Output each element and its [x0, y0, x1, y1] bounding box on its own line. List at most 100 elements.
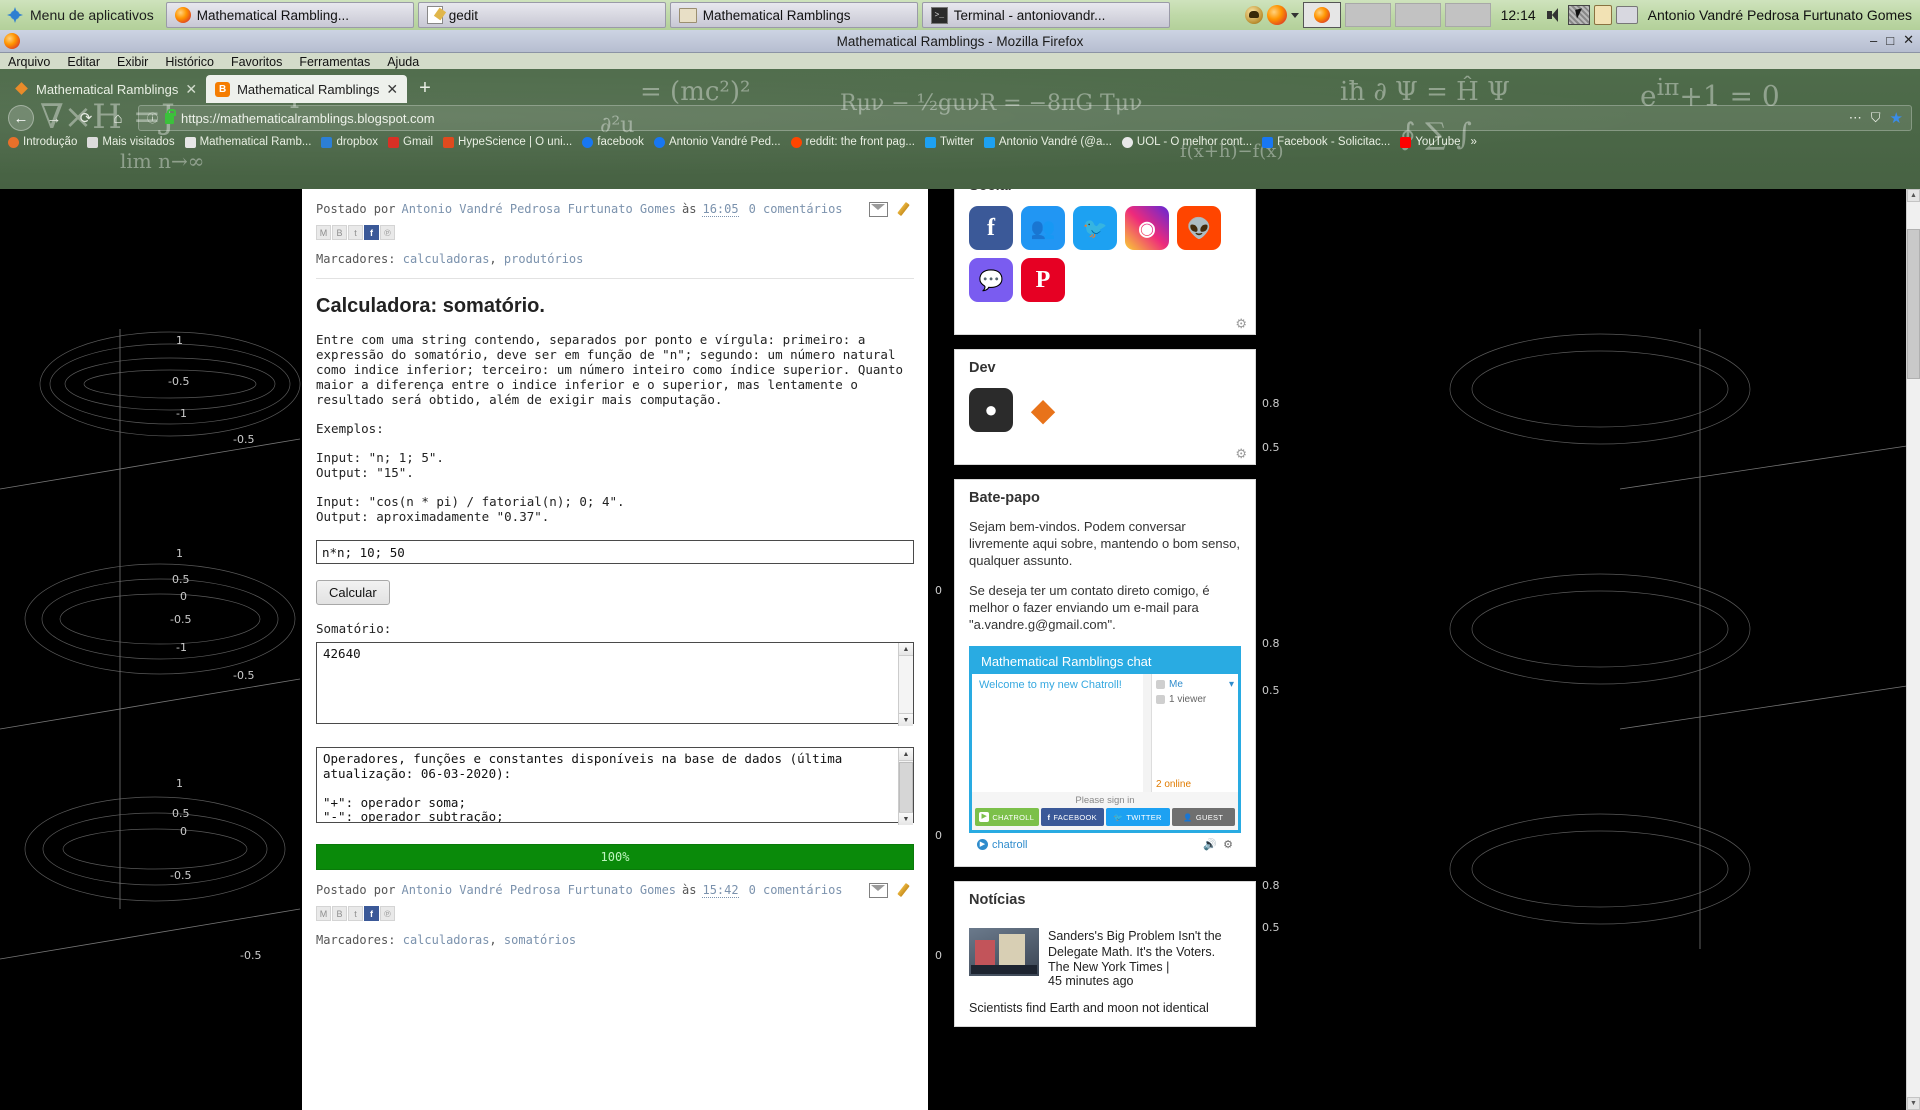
- minimize-button[interactable]: –: [1870, 33, 1877, 48]
- bookmark-uol[interactable]: UOL - O melhor cont...: [1118, 135, 1256, 149]
- pinterest-share-icon[interactable]: ℗: [380, 225, 395, 240]
- gmail-share-icon[interactable]: M: [316, 906, 331, 921]
- blogger-share-icon[interactable]: B: [332, 225, 347, 240]
- skull-icon[interactable]: [1244, 6, 1263, 24]
- bookmark-dropbox[interactable]: dropbox: [317, 135, 382, 149]
- taskbar-window-gedit[interactable]: gedit: [417, 2, 666, 28]
- facebook-group-icon[interactable]: 👥: [1021, 206, 1065, 250]
- apache-netbeans-icon[interactable]: ◆: [1021, 388, 1065, 432]
- wrench-icon[interactable]: ⚙: [1223, 838, 1233, 851]
- twitter-share-icon[interactable]: t: [348, 225, 363, 240]
- result-scrollbar[interactable]: ▲ ▼: [898, 643, 913, 726]
- post-time-link[interactable]: 15:42: [702, 883, 739, 898]
- label-calculadoras[interactable]: calculadoras: [403, 252, 490, 266]
- close-button[interactable]: ✕: [1903, 32, 1914, 48]
- scroll-down-icon[interactable]: ▼: [899, 812, 913, 825]
- menu-ajuda[interactable]: Ajuda: [387, 55, 419, 69]
- pinterest-share-icon[interactable]: ℗: [380, 906, 395, 921]
- new-tab-button[interactable]: +: [407, 77, 443, 103]
- bookmark-star-icon[interactable]: ★: [1890, 109, 1903, 127]
- label-somatorios[interactable]: somatórios: [504, 933, 576, 947]
- taskbar-window-terminal[interactable]: >_ Terminal - antoniovandr...: [921, 2, 1170, 28]
- facebook-icon[interactable]: f: [969, 206, 1013, 250]
- screenshot-icon[interactable]: [1567, 5, 1590, 25]
- forward-button[interactable]: →: [42, 106, 66, 130]
- menu-exibir[interactable]: Exibir: [117, 55, 148, 69]
- edit-pencil-icon[interactable]: [898, 882, 914, 898]
- bookmark-antonio-vandre-tw[interactable]: Antonio Vandré (@a...: [980, 135, 1116, 149]
- clipboard-icon[interactable]: [1593, 5, 1612, 25]
- news-headline[interactable]: Sanders's Big Problem Isn't the Delegate…: [1048, 928, 1241, 960]
- blogger-share-icon[interactable]: B: [332, 906, 347, 921]
- bookmark-antonio-vandre-fb[interactable]: Antonio Vandré Ped...: [650, 135, 785, 149]
- task-slot-active[interactable]: [1302, 2, 1341, 28]
- scroll-up-icon[interactable]: ▲: [899, 643, 913, 656]
- messenger-icon[interactable]: 💬: [969, 258, 1013, 302]
- url-bar[interactable]: ⓘ https://mathematicalramblings.blogspot…: [138, 105, 1912, 131]
- app-menu-button[interactable]: Menu de aplicativos: [0, 0, 164, 30]
- post-comments-link[interactable]: 0 comentários: [749, 202, 843, 216]
- bookmark-twitter[interactable]: Twitter: [921, 135, 978, 149]
- post-time-link[interactable]: 16:05: [702, 202, 739, 217]
- task-slot-1[interactable]: [1344, 3, 1391, 27]
- pinterest-icon[interactable]: P: [1021, 258, 1065, 302]
- maximize-button[interactable]: □: [1886, 33, 1894, 48]
- shield-icon[interactable]: ⛉: [1871, 110, 1881, 126]
- taskbar-window-firefox[interactable]: Mathematical Rambling...: [165, 2, 414, 28]
- operators-scrollbar[interactable]: ▲ ▼: [898, 748, 913, 825]
- sound-icon[interactable]: 🔊: [1203, 838, 1217, 851]
- scroll-down-icon[interactable]: ▼: [899, 713, 913, 726]
- calcular-button[interactable]: Calcular: [316, 580, 390, 605]
- bookmark-facebook[interactable]: facebook: [578, 135, 648, 149]
- wrench-icon[interactable]: ⚙: [955, 312, 1255, 334]
- gmail-share-icon[interactable]: M: [316, 225, 331, 240]
- tab-close-icon[interactable]: ✕: [386, 81, 398, 98]
- bookmark-introducao[interactable]: Introdução: [4, 135, 81, 149]
- label-produtorios[interactable]: produtórios: [504, 252, 583, 266]
- twitter-share-icon[interactable]: t: [348, 906, 363, 921]
- email-post-icon[interactable]: [869, 882, 888, 898]
- expression-input[interactable]: [316, 540, 914, 564]
- news-item[interactable]: Sanders's Big Problem Isn't the Delegate…: [969, 920, 1241, 996]
- chatroll-user-me[interactable]: Me ▾: [1156, 679, 1234, 690]
- chevron-down-icon[interactable]: [1290, 12, 1299, 18]
- facebook-share-icon[interactable]: f: [364, 906, 379, 921]
- reload-button[interactable]: ⟳: [74, 106, 98, 130]
- result-textarea[interactable]: 42640: [316, 642, 914, 724]
- facebook-share-icon[interactable]: f: [364, 225, 379, 240]
- bookmark-reddit[interactable]: reddit: the front pag...: [787, 135, 919, 149]
- back-button[interactable]: ←: [8, 105, 34, 131]
- post-author-link[interactable]: Antonio Vandré Pedrosa Furtunato Gomes: [401, 883, 676, 897]
- menu-editar[interactable]: Editar: [67, 55, 100, 69]
- wrench-icon[interactable]: ⚙: [955, 442, 1255, 464]
- tab-mathematical-ramblings-2[interactable]: B Mathematical Ramblings ✕: [206, 75, 408, 103]
- task-slot-3[interactable]: [1444, 3, 1491, 27]
- task-slot-2[interactable]: [1394, 3, 1441, 27]
- menu-arquivo[interactable]: Arquivo: [8, 55, 50, 69]
- bookmark-mathematical-ramblings[interactable]: Mathematical Ramb...: [181, 135, 316, 149]
- scroll-thumb[interactable]: [899, 762, 913, 818]
- bookmark-mais-visitados[interactable]: Mais visitados: [83, 135, 178, 149]
- firefox-tray-icon[interactable]: [1266, 5, 1287, 25]
- menu-historico[interactable]: Histórico: [165, 55, 214, 69]
- bookmark-facebook-solicitacoes[interactable]: Facebook - Solicitac...: [1258, 135, 1394, 149]
- chatroll-brand[interactable]: ▶ chatroll: [977, 839, 1027, 851]
- tab-close-icon[interactable]: ✕: [185, 81, 197, 98]
- reddit-icon[interactable]: 👽: [1177, 206, 1221, 250]
- info-icon[interactable]: ⓘ: [147, 110, 158, 126]
- instagram-icon[interactable]: ◉: [1125, 206, 1169, 250]
- twitter-signin-button[interactable]: 🐦 TWITTER: [1106, 808, 1170, 826]
- chevron-down-icon[interactable]: ▾: [1229, 679, 1234, 690]
- scroll-up-icon[interactable]: ▲: [1907, 189, 1920, 202]
- facebook-signin-button[interactable]: f FACEBOOK: [1040, 808, 1104, 826]
- tab-mathematical-ramblings-1[interactable]: Mathematical Ramblings ✕: [6, 75, 206, 103]
- bookmark-hypescience[interactable]: HypeScience | O uni...: [439, 135, 576, 149]
- edit-pencil-icon[interactable]: [898, 201, 914, 217]
- scroll-down-icon[interactable]: ▼: [1907, 1097, 1920, 1110]
- bookmark-gmail[interactable]: Gmail: [384, 135, 437, 149]
- post-author-link[interactable]: Antonio Vandré Pedrosa Furtunato Gomes: [401, 202, 676, 216]
- label-calculadoras[interactable]: calculadoras: [403, 933, 490, 947]
- bookmark-youtube[interactable]: YouTube: [1396, 135, 1464, 149]
- page-actions-icon[interactable]: ⋯: [1849, 110, 1862, 126]
- github-icon[interactable]: ●: [969, 388, 1013, 432]
